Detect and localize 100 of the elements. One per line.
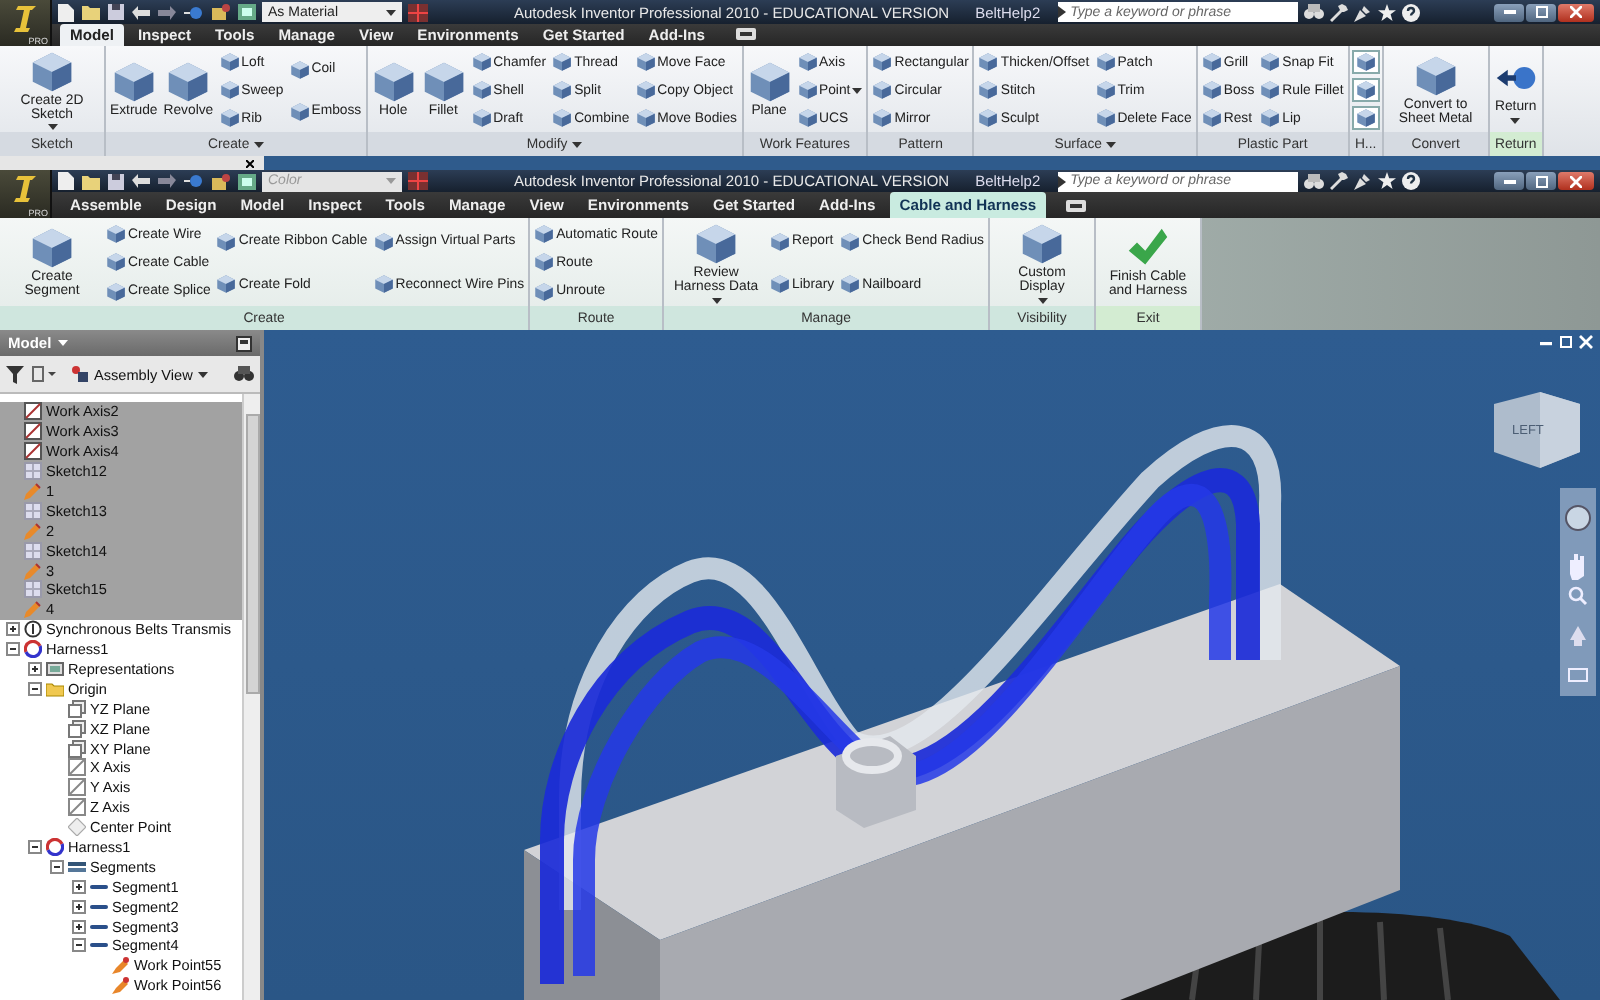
cube-icon (770, 274, 791, 295)
cube-icon (1355, 108, 1376, 128)
cube-icon (1260, 108, 1281, 128)
redo-icon[interactable] (158, 5, 176, 19)
select-icon[interactable] (184, 174, 204, 188)
cube-icon (216, 274, 237, 295)
maximize-button[interactable] (1526, 3, 1556, 21)
wrench-icon[interactable] (1330, 3, 1349, 21)
folder-icon[interactable] (82, 4, 100, 20)
cube-icon (371, 60, 416, 105)
sketch-icon (24, 462, 42, 481)
cube-icon (797, 52, 817, 72)
cube-icon (289, 101, 310, 121)
cube-icon (534, 224, 555, 245)
cube-icon (635, 108, 656, 128)
cube-icon (635, 52, 656, 72)
save-icon[interactable] (108, 173, 124, 189)
cube-icon (747, 60, 791, 105)
cube-icon (840, 231, 861, 252)
pencil-icon (24, 521, 42, 540)
ribbon-toggle-icon[interactable] (1066, 200, 1087, 212)
save-icon[interactable] (108, 4, 124, 20)
new-file-icon[interactable] (58, 3, 74, 21)
tree-options-icon[interactable] (32, 366, 56, 382)
cube-icon (797, 108, 817, 128)
document-icon[interactable] (236, 335, 252, 351)
satellite-icon[interactable] (1354, 172, 1373, 190)
satellite-icon[interactable] (1354, 3, 1373, 21)
help-icon[interactable] (1402, 3, 1421, 21)
expand-toggle[interactable] (28, 840, 42, 855)
maximize-icon (1535, 175, 1547, 187)
cube-icon (552, 108, 573, 128)
ribbon-icon-button[interactable] (1351, 78, 1380, 102)
ribbon-icon-button[interactable] (1351, 106, 1380, 130)
wrench-icon[interactable] (1330, 172, 1349, 190)
expand-toggle[interactable] (72, 919, 86, 934)
expand-toggle[interactable] (28, 662, 42, 677)
scrollbar[interactable] (242, 394, 260, 1000)
color-swatch-icon[interactable] (408, 172, 428, 190)
minimize-icon (1503, 10, 1515, 14)
cube-icon (1260, 80, 1281, 100)
expand-toggle[interactable] (6, 622, 20, 637)
expand-toggle[interactable] (28, 681, 42, 696)
cube-icon (1020, 222, 1064, 267)
minimize-icon (1503, 179, 1515, 183)
ribbon-icon-button[interactable] (1351, 50, 1380, 74)
maximize-button[interactable] (1526, 172, 1556, 190)
select-icon[interactable] (184, 5, 204, 19)
star-icon[interactable] (1378, 172, 1397, 190)
minimize-icon[interactable] (1540, 342, 1552, 346)
binoculars-icon[interactable] (234, 366, 254, 382)
expand-toggle[interactable] (72, 899, 86, 914)
minimize-button[interactable] (1494, 172, 1524, 190)
work-axis-icon (24, 402, 42, 421)
cube-icon (471, 52, 492, 72)
cube-icon (216, 231, 237, 252)
cube-icon (1355, 52, 1376, 72)
app-logo-icon (13, 4, 37, 34)
cube-icon (978, 80, 999, 100)
paint-icon[interactable] (212, 4, 230, 20)
paint-icon[interactable] (212, 173, 230, 189)
cube-icon (840, 274, 861, 295)
cube-icon (30, 226, 74, 271)
expand-toggle[interactable] (6, 642, 20, 657)
cube-icon (1095, 108, 1116, 128)
expand-toggle[interactable] (50, 859, 64, 874)
pencil-icon (24, 482, 42, 500)
cube-icon (1413, 53, 1458, 98)
undo-icon[interactable] (132, 174, 150, 188)
cube-icon (694, 222, 739, 267)
cube-icon (1201, 108, 1222, 128)
undo-icon[interactable] (132, 5, 150, 19)
cube-icon (373, 274, 394, 295)
cube-icon (872, 108, 893, 128)
caret-icon (386, 9, 396, 15)
binoculars-icon[interactable] (1304, 4, 1325, 20)
sketch-icon (24, 580, 42, 599)
expand-toggle[interactable] (72, 938, 86, 953)
expand-toggle[interactable] (72, 879, 86, 894)
update-icon[interactable] (238, 173, 256, 189)
minimize-button[interactable] (1494, 3, 1524, 21)
cube-icon (373, 231, 394, 252)
binoculars-icon[interactable] (1304, 173, 1325, 189)
star-icon[interactable] (1378, 3, 1397, 21)
color-swatch-icon[interactable] (408, 3, 428, 21)
new-file-icon[interactable] (58, 172, 74, 190)
work-point-icon (112, 976, 130, 995)
close-icon[interactable] (246, 159, 254, 167)
play-icon (1058, 6, 1067, 18)
close-button[interactable] (1558, 3, 1594, 21)
ribbon-toggle-icon[interactable] (735, 28, 756, 40)
representations-icon (46, 660, 64, 679)
help-icon[interactable] (1402, 172, 1421, 190)
cube-icon (106, 281, 126, 302)
restore-icon[interactable] (1560, 336, 1572, 348)
filter-icon[interactable] (6, 365, 24, 383)
cube-icon (978, 52, 999, 72)
close-button[interactable] (1558, 172, 1594, 190)
cube-icon (1095, 80, 1116, 100)
redo-icon[interactable] (158, 174, 176, 188)
